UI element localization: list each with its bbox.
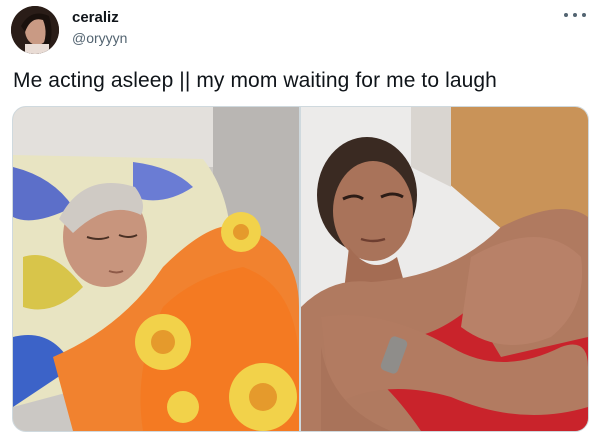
more-dot	[573, 13, 577, 17]
more-dot	[582, 13, 586, 17]
handle[interactable]: @oryyyn	[72, 30, 127, 46]
photo-sleeping-person[interactable]	[13, 107, 299, 431]
display-name[interactable]: ceraliz	[72, 9, 119, 26]
more-horizontal-icon[interactable]	[564, 8, 586, 22]
tweet: ceraliz @oryyyn Me acting asleep || my m…	[0, 0, 600, 443]
photo-mom-arms-crossed[interactable]	[301, 107, 588, 431]
more-dot	[564, 13, 568, 17]
tweet-text: Me acting asleep || my mom waiting for m…	[13, 69, 497, 92]
avatar[interactable]	[11, 6, 59, 54]
media-grid	[12, 106, 589, 432]
